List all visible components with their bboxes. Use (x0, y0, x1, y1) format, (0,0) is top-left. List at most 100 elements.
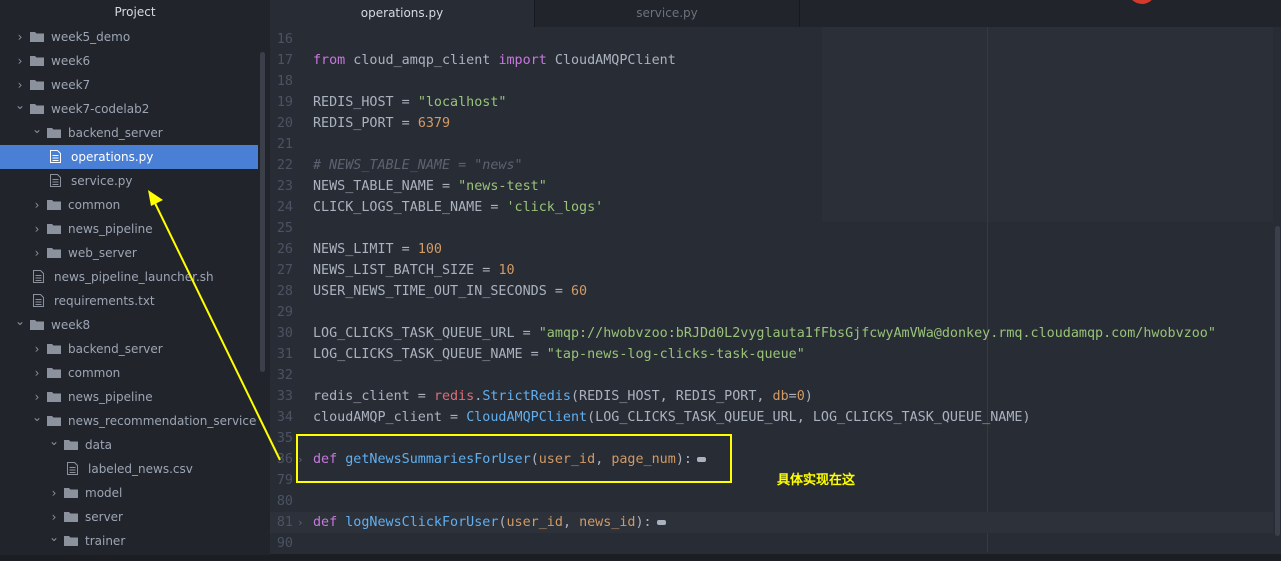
code-line[interactable]: 24 CLICK_LOGS_TABLE_NAME = 'click_logs' (270, 197, 1273, 218)
chevron-right-icon[interactable]: › (14, 25, 26, 49)
chevron-down-icon[interactable]: ⌄ (14, 309, 26, 333)
folder-icon (47, 128, 61, 138)
folder-icon (30, 80, 44, 90)
code-line[interactable]: 21 (270, 134, 1273, 155)
highlight-box (296, 434, 732, 483)
folder-icon (47, 392, 61, 402)
tree-item-label: week6 (51, 54, 91, 68)
code-line[interactable]: 31 LOG_CLICKS_TASK_QUEUE_NAME = "tap-news… (270, 344, 1273, 365)
tree-item-trainer[interactable]: ⌄ trainer (0, 529, 258, 553)
code-line[interactable]: 22 # NEWS_TABLE_NAME = "news" (270, 155, 1273, 176)
chevron-down-icon[interactable]: ⌄ (14, 93, 26, 117)
code-line[interactable]: 16 (270, 29, 1273, 50)
tree-item-requirements-txt[interactable]: requirements.txt (0, 289, 258, 313)
code-text: NEWS_LIST_BATCH_SIZE = 10 (313, 263, 515, 278)
tree-item-common[interactable]: › common (0, 361, 258, 385)
chevron-down-icon[interactable]: ⌄ (31, 117, 43, 141)
code-line[interactable]: 26 NEWS_LIMIT = 100 (270, 239, 1273, 260)
line-number: 27 (276, 263, 293, 278)
file-icon (33, 270, 44, 283)
tree-item-operations-py[interactable]: operations.py (0, 145, 258, 169)
tree-item-news-pipeline[interactable]: › news_pipeline (0, 217, 258, 241)
chevron-right-icon[interactable]: › (31, 361, 43, 385)
tree-item-data[interactable]: ⌄ data (0, 433, 258, 457)
chevron-right-icon[interactable]: › (31, 337, 43, 361)
tree-item-label: common (68, 198, 121, 212)
tree-item-label: week8 (51, 318, 91, 332)
code-text: REDIS_PORT = 6379 (313, 116, 451, 131)
code-line[interactable]: 80 (270, 491, 1273, 512)
tree-item-label: data (85, 438, 113, 452)
folder-icon (30, 56, 44, 66)
tree-item-label: week7-codelab2 (51, 102, 150, 116)
tree-item-news-pipeline-launcher-sh[interactable]: news_pipeline_launcher.sh (0, 265, 258, 289)
tree-item-week5-demo[interactable]: › week5_demo (0, 25, 258, 49)
chevron-right-icon[interactable]: › (48, 481, 60, 505)
tab-operations-py[interactable]: operations.py (270, 0, 534, 27)
line-number: 34 (276, 410, 293, 425)
code-line[interactable]: 81 › def logNewsClickForUser(user_id, news… (270, 512, 1273, 533)
folder-icon (64, 536, 78, 546)
tree-item-week7[interactable]: › week7 (0, 73, 258, 97)
code-line[interactable]: 20 REDIS_PORT = 6379 (270, 113, 1273, 134)
tree-item-week8[interactable]: ⌄ week8 (0, 313, 258, 337)
chevron-right-icon[interactable]: › (31, 241, 43, 265)
tree-item-label: server (85, 510, 123, 524)
folded-ellipsis-icon[interactable] (656, 519, 666, 525)
line-number: 30 (276, 326, 293, 341)
chevron-right-icon[interactable]: › (14, 49, 26, 73)
tree-item-week6[interactable]: › week6 (0, 49, 258, 73)
line-number: 29 (276, 305, 293, 320)
tree-item-label: week7 (51, 78, 91, 92)
tree-item-server[interactable]: › server (0, 505, 258, 529)
folder-icon (30, 320, 44, 330)
fold-chevron-icon[interactable]: › (297, 512, 304, 533)
code-line[interactable]: 28 USER_NEWS_TIME_OUT_IN_SECONDS = 60 (270, 281, 1273, 302)
chevron-right-icon[interactable]: › (31, 193, 43, 217)
tree-item-backend-server[interactable]: ⌄ backend_server (0, 121, 258, 145)
code-line[interactable]: 33 redis_client = redis.StrictRedis(REDIS… (270, 386, 1273, 407)
code-text: redis_client = redis.StrictRedis(REDIS_H… (313, 389, 813, 404)
line-number: 35 (276, 431, 293, 446)
code-text: cloudAMQP_client = CloudAMQPClient(LOG_C… (313, 410, 1031, 425)
tree-item-backend-server[interactable]: › backend_server (0, 337, 258, 361)
chevron-down-icon[interactable]: ⌄ (48, 429, 60, 453)
tree-item-service-py[interactable]: service.py (0, 169, 258, 193)
line-number: 80 (276, 494, 293, 509)
tree-item-label: common (68, 366, 121, 380)
editor-scrollbar[interactable] (1275, 226, 1280, 536)
tab-service-py[interactable]: service.py (534, 0, 800, 27)
chevron-right-icon[interactable]: › (31, 217, 43, 241)
code-line[interactable]: 27 NEWS_LIST_BATCH_SIZE = 10 (270, 260, 1273, 281)
code-line[interactable]: 32 (270, 365, 1273, 386)
code-line[interactable]: 17 from cloud_amqp_client import CloudAMQ… (270, 50, 1273, 71)
line-number: 28 (276, 284, 293, 299)
folder-icon (47, 368, 61, 378)
tree-item-web-server[interactable]: › web_server (0, 241, 258, 265)
tree-item-common[interactable]: › common (0, 193, 258, 217)
chevron-down-icon[interactable]: ⌄ (31, 405, 43, 429)
code-line[interactable]: 23 NEWS_TABLE_NAME = "news-test" (270, 176, 1273, 197)
tree-item-labeled-news-csv[interactable]: labeled_news.csv (0, 457, 258, 481)
code-line[interactable]: 19 REDIS_HOST = "localhost" (270, 92, 1273, 113)
code-text: NEWS_LIMIT = 100 (313, 242, 442, 257)
line-number: 33 (276, 389, 293, 404)
code-line[interactable]: 18 (270, 71, 1273, 92)
code-line[interactable]: 90 (270, 533, 1273, 554)
sidebar-scrollbar[interactable] (260, 52, 265, 372)
code-line[interactable]: 29 (270, 302, 1273, 323)
tree-item-model[interactable]: › model (0, 481, 258, 505)
line-number: 24 (276, 200, 293, 215)
line-number: 90 (276, 536, 293, 551)
line-number: 17 (276, 53, 293, 68)
code-line[interactable]: 30 LOG_CLICKS_TASK_QUEUE_URL = "amqp://hw… (270, 323, 1273, 344)
file-icon (50, 150, 61, 163)
tree-item-label: labeled_news.csv (88, 462, 193, 476)
tree-item-news-recommendation-service[interactable]: ⌄ news_recommendation_service (0, 409, 258, 433)
code-line[interactable]: 34 cloudAMQP_client = CloudAMQPClient(LOG… (270, 407, 1273, 428)
chevron-down-icon[interactable]: ⌄ (48, 525, 60, 549)
line-number: 81 (276, 515, 293, 530)
line-number: 18 (276, 74, 293, 89)
notification-badge-icon (1128, 0, 1156, 4)
code-line[interactable]: 25 (270, 218, 1273, 239)
